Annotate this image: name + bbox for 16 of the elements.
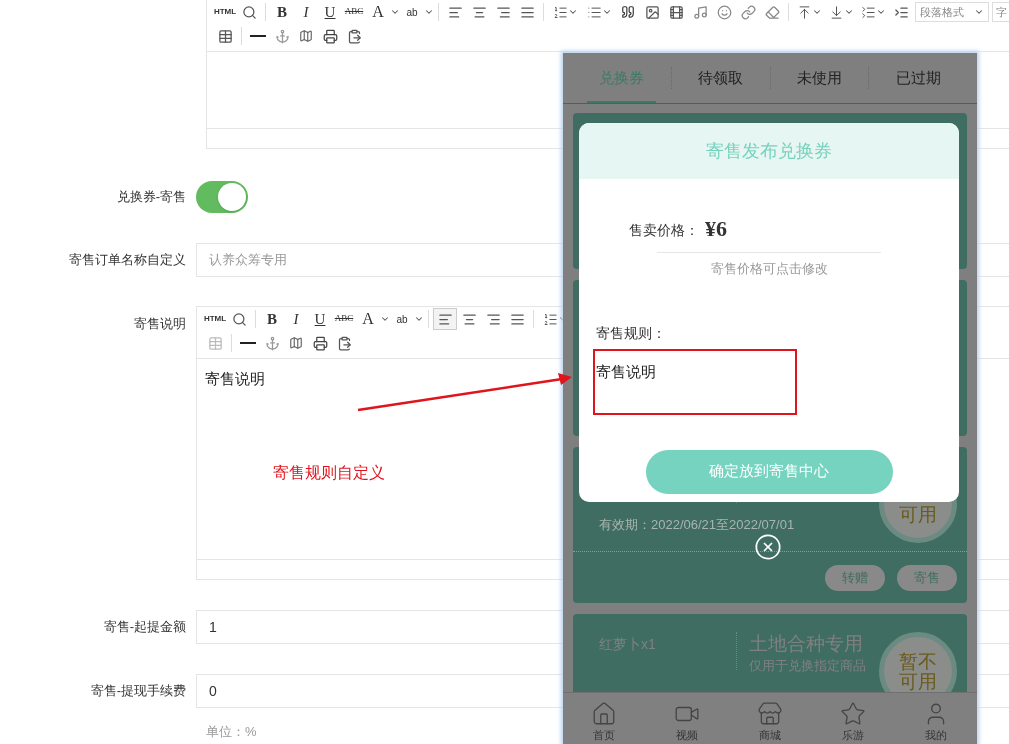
coupon-subtitle: 仅用于兑换指定商品	[749, 657, 867, 675]
coupon-title: 土地合种专用	[749, 632, 864, 656]
coupon-name: 红萝卜x1	[599, 636, 656, 652]
field-label: 寄售-提现手续费	[90, 682, 186, 701]
field-label: 寄售订单名称自定义	[69, 251, 186, 270]
price-hint: 寄售价格可点击修改	[710, 260, 828, 278]
rules-label: 寄售规则：	[596, 324, 666, 341]
coupon-stamp: 暂不可用	[879, 632, 957, 692]
validity-text: 有效期：2022/06/21至2022/07/01	[599, 516, 795, 534]
price-label: 售卖价格：	[629, 221, 699, 240]
annotation-text: 寄售规则自定义	[273, 463, 385, 483]
unit-hint: 单位：%	[206, 724, 257, 739]
field-label: 寄售说明	[134, 315, 186, 333]
field-label: 寄售-起提金额	[103, 618, 186, 637]
editor-content: 寄售说明	[205, 370, 265, 387]
field-label: 兑换券-寄售	[116, 188, 186, 207]
